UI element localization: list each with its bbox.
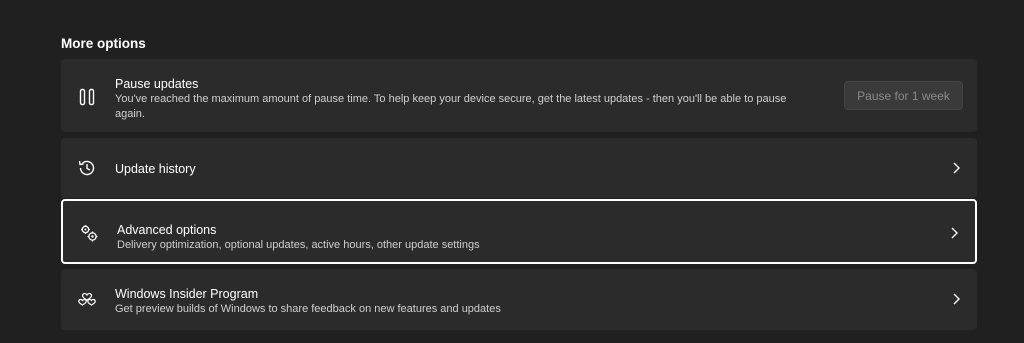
chevron-right-icon: [953, 162, 960, 174]
section-title: More options: [61, 36, 146, 51]
pause-updates-description: You've reached the maximum amount of pau…: [115, 93, 787, 120]
update-history-card[interactable]: Update history: [61, 138, 977, 198]
windows-insider-program-card[interactable]: Windows Insider Program Get preview buil…: [61, 269, 977, 330]
advanced-options-description: Delivery optimization, optional updates,…: [117, 239, 480, 251]
advanced-options-title: Advanced options: [117, 223, 217, 237]
windows-update-logo-icon: [70, 0, 150, 10]
windows-insider-program-description: Get preview builds of Windows to share f…: [115, 303, 501, 315]
pause-for-1-week-button[interactable]: Pause for 1 week: [844, 81, 963, 110]
pause-updates-title: Pause updates: [115, 77, 199, 91]
chevron-right-icon: [951, 227, 958, 239]
chevron-right-icon: [953, 293, 960, 305]
advanced-options-card[interactable]: Advanced options Delivery optimization, …: [61, 199, 977, 264]
windows-insider-program-title: Windows Insider Program: [115, 287, 259, 301]
history-icon: [77, 158, 97, 178]
update-history-title: Update history: [115, 162, 196, 176]
gears-icon: [79, 223, 99, 243]
windows-update-page: More options Pause updates You've reache…: [0, 0, 1024, 343]
pause-updates-card: Pause updates You've reached the maximum…: [61, 59, 977, 132]
insider-hearts-icon: [77, 289, 97, 309]
pause-icon: [77, 87, 97, 107]
